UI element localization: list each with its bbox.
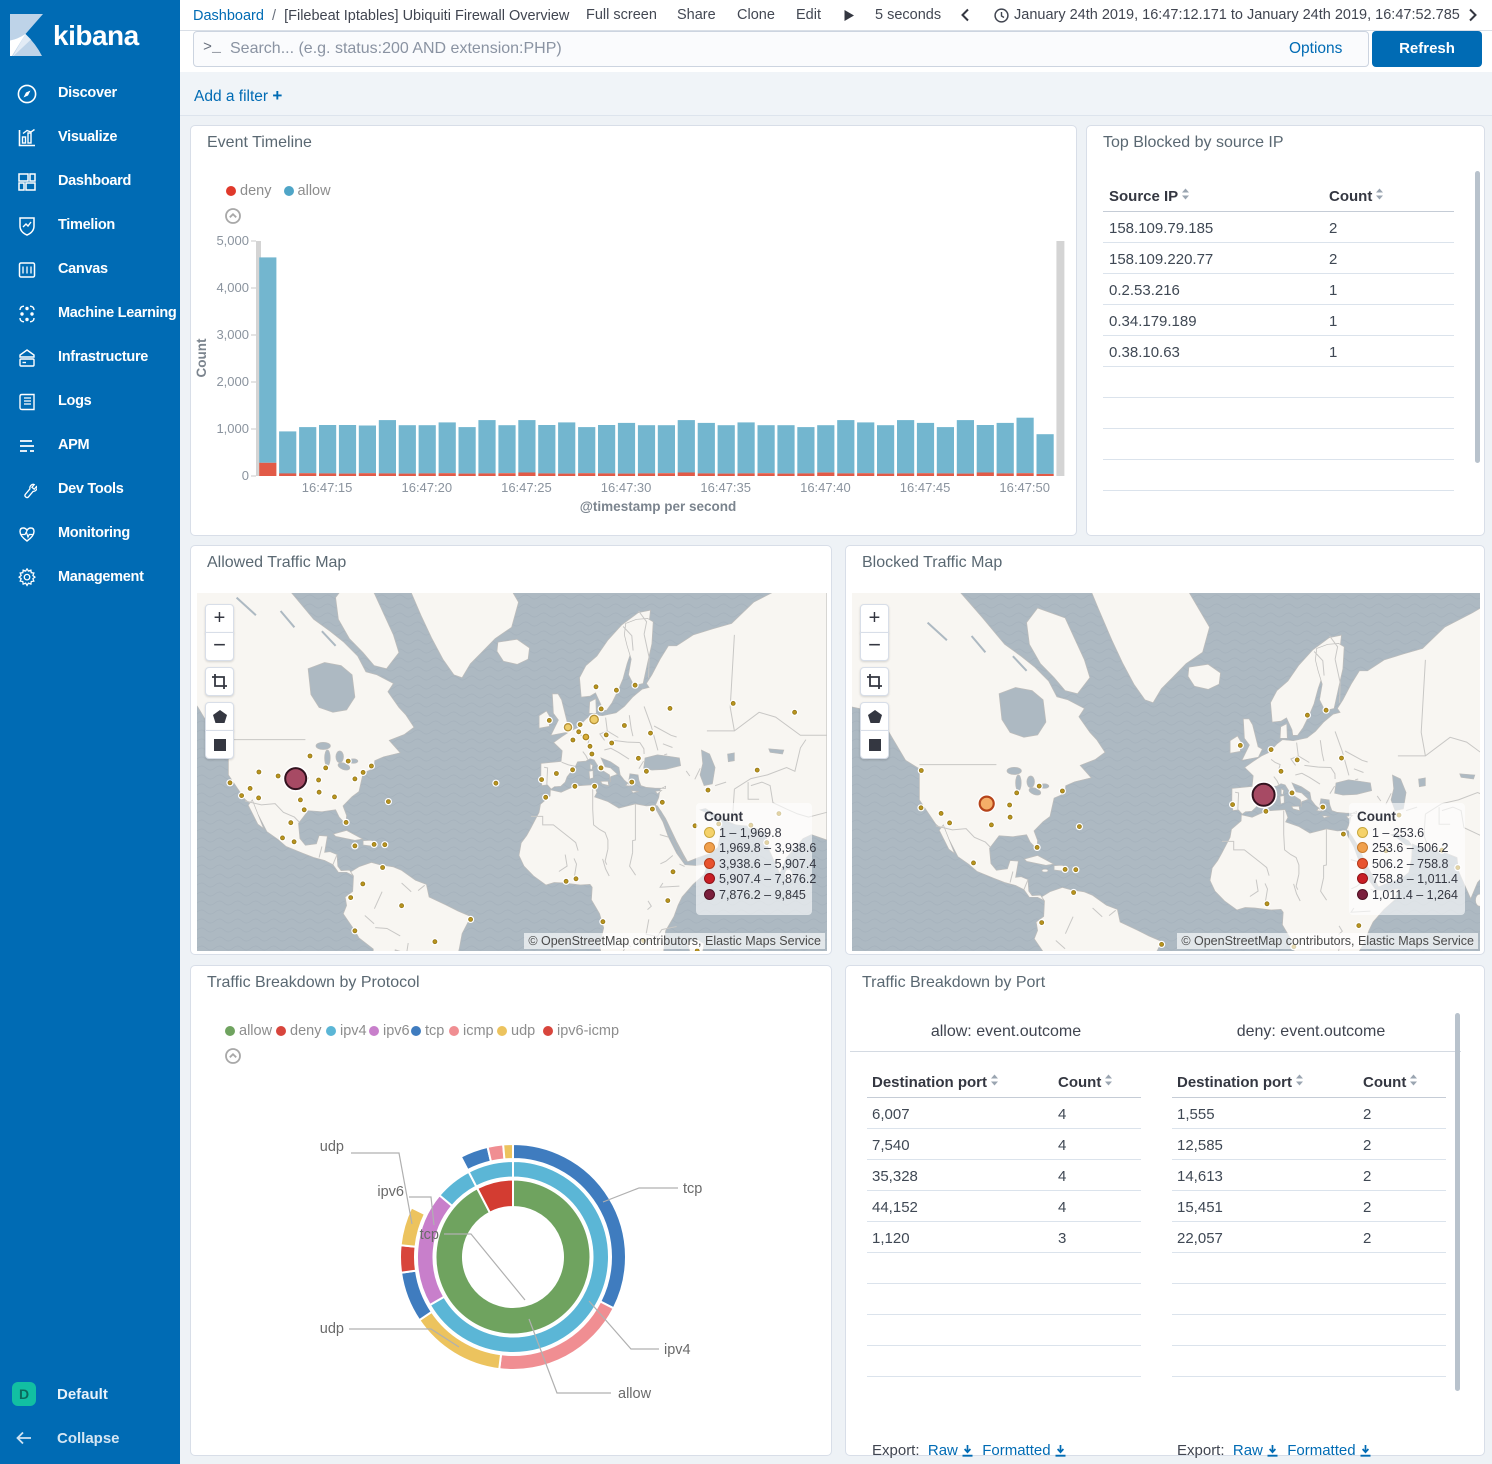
- svg-text:tcp: tcp: [420, 1227, 439, 1243]
- svg-text:allow: allow: [618, 1386, 652, 1402]
- svg-text:ipv6: ipv6: [377, 1184, 404, 1200]
- svg-text:16:47:50: 16:47:50: [999, 480, 1050, 495]
- svg-text:5,000: 5,000: [216, 233, 249, 248]
- svg-text:16:47:45: 16:47:45: [900, 480, 951, 495]
- svg-text:udp: udp: [320, 1139, 344, 1155]
- svg-text:16:47:20: 16:47:20: [401, 480, 452, 495]
- svg-text:1,000: 1,000: [216, 421, 249, 436]
- svg-text:0: 0: [242, 468, 249, 483]
- svg-text:16:47:35: 16:47:35: [700, 480, 751, 495]
- svg-text:@timestamp per second: @timestamp per second: [580, 499, 736, 514]
- svg-text:16:47:30: 16:47:30: [601, 480, 652, 495]
- svg-text:Count: Count: [194, 338, 209, 377]
- svg-text:3,000: 3,000: [216, 327, 249, 342]
- svg-text:16:47:15: 16:47:15: [302, 480, 353, 495]
- svg-text:16:47:25: 16:47:25: [501, 480, 552, 495]
- svg-text:2,000: 2,000: [216, 374, 249, 389]
- svg-text:udp: udp: [320, 1321, 344, 1337]
- svg-text:ipv4: ipv4: [664, 1342, 691, 1358]
- svg-text:16:47:40: 16:47:40: [800, 480, 851, 495]
- svg-text:4,000: 4,000: [216, 280, 249, 295]
- svg-text:tcp: tcp: [683, 1181, 702, 1197]
